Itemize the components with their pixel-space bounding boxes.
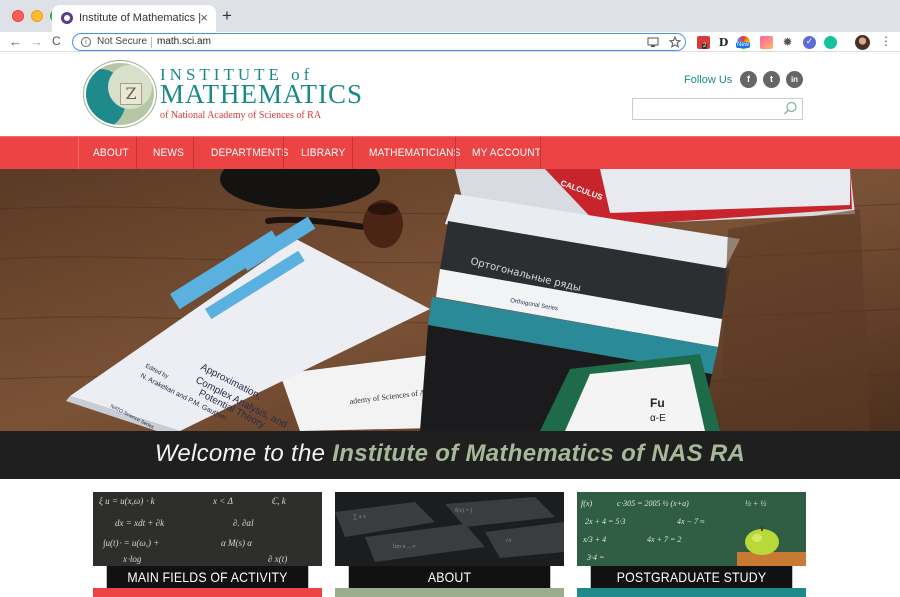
nav-item-mathematicians[interactable]: MATHEMATICIANS bbox=[369, 137, 461, 170]
address-bar[interactable]: i Not Secure math.sci.am bbox=[72, 33, 686, 51]
card-label-main-fields: MAIN FIELDS OF ACTIVITY bbox=[106, 566, 309, 588]
svg-text:f(x) = ∫: f(x) = ∫ bbox=[455, 507, 472, 514]
extension-red-icon[interactable]: 2 bbox=[697, 36, 710, 49]
svg-text:∑ a x: ∑ a x bbox=[353, 514, 366, 520]
nav-item-departments[interactable]: DEPARTMENTS bbox=[211, 137, 289, 170]
welcome-banner: Welcome to the Institute of Mathematics … bbox=[0, 431, 900, 479]
browser-tab[interactable]: Institute of Mathematics | × bbox=[52, 5, 216, 32]
institute-logo-icon[interactable]: Z bbox=[84, 61, 156, 127]
card-strip-about bbox=[335, 588, 564, 597]
welcome-heading: Welcome to the Institute of Mathematics … bbox=[154, 440, 746, 467]
profile-avatar[interactable] bbox=[855, 35, 870, 50]
svg-text:x/3 + 4: x/3 + 4 bbox=[582, 535, 606, 544]
card-label-postgraduate: POSTGRADUATE STUDY bbox=[590, 566, 793, 588]
svg-text:Fu: Fu bbox=[650, 396, 665, 410]
nav-item-news[interactable]: NEWS bbox=[153, 137, 184, 170]
svg-text:4x − 7 ≈: 4x − 7 ≈ bbox=[677, 517, 705, 526]
card-label-about: ABOUT bbox=[348, 566, 551, 588]
search-input[interactable] bbox=[632, 98, 803, 120]
svg-text:½ + ½: ½ + ½ bbox=[745, 499, 766, 508]
svg-text:2x + 4 = 5·3: 2x + 4 = 5·3 bbox=[585, 517, 625, 526]
svg-text:f(x): f(x) bbox=[581, 499, 592, 508]
extension-gear-icon[interactable]: ✹ bbox=[781, 36, 794, 49]
logo-title-main[interactable]: MATHEMATICS bbox=[160, 80, 363, 108]
svg-text:x⋅log: x⋅log bbox=[122, 554, 142, 564]
svg-text:α-E: α-E bbox=[650, 413, 666, 424]
blackboard-formulas-image: ξ u = u(x,ω) ⋅ k x < Δ ℂ, k dx = xdt + ∂… bbox=[93, 492, 322, 566]
extension-new-icon[interactable]: New bbox=[736, 36, 751, 49]
svg-text:x < Δ: x < Δ bbox=[212, 496, 233, 506]
minimize-window-button[interactable] bbox=[31, 10, 43, 22]
nav-item-my-account[interactable]: MY ACCOUNT bbox=[472, 137, 541, 170]
svg-text:∂. ∂αl: ∂. ∂αl bbox=[233, 518, 254, 528]
facebook-icon[interactable]: f bbox=[740, 71, 757, 88]
browser-toolbar: ← → C i Not Secure math.sci.am 2 D New ✹… bbox=[0, 32, 900, 52]
svg-text:dx = xdt + ∂k: dx = xdt + ∂k bbox=[115, 518, 165, 528]
card-postgraduate[interactable]: f(x) c⋅305 = 2005 ½ (x+a) ½ + ½ 2x + 4 =… bbox=[577, 492, 806, 597]
card-main-fields[interactable]: ξ u = u(x,ω) ⋅ k x < Δ ℂ, k dx = xdt + ∂… bbox=[93, 492, 322, 597]
logo-subtitle: of National Academy of Sciences of RA bbox=[160, 110, 322, 121]
svg-text:α M(s) α: α M(s) α bbox=[221, 538, 252, 548]
svg-text:3·4 =: 3·4 = bbox=[586, 553, 604, 562]
hero-books-image: ademy of Sciences of Armenia Approximati… bbox=[0, 169, 900, 431]
nav-item-about[interactable]: ABOUT bbox=[93, 137, 129, 170]
twitter-icon[interactable]: t bbox=[763, 71, 780, 88]
extension-check-icon[interactable]: ✓ bbox=[803, 36, 816, 49]
svg-text:4x + 7 = 2: 4x + 7 = 2 bbox=[647, 535, 681, 544]
chalkboard-apple-image: f(x) c⋅305 = 2005 ½ (x+a) ½ + ½ 2x + 4 =… bbox=[577, 492, 806, 566]
site-favicon-icon bbox=[61, 12, 73, 24]
search-icon[interactable] bbox=[783, 101, 798, 116]
svg-text:√π: √π bbox=[505, 537, 511, 544]
tab-close-icon[interactable]: × bbox=[200, 10, 208, 25]
svg-text:∂ x(t): ∂ x(t) bbox=[268, 554, 287, 564]
security-indicator[interactable]: Not Secure bbox=[97, 36, 147, 47]
extension-grammarly-icon[interactable] bbox=[824, 36, 837, 49]
dark-blocks-image: ∑ a x f(x) = ∫ lim n→∞ √π bbox=[335, 492, 564, 566]
browser-menu-icon[interactable]: ⋮ bbox=[880, 34, 892, 48]
feature-cards: ξ u = u(x,ω) ⋅ k x < Δ ℂ, k dx = xdt + ∂… bbox=[0, 479, 900, 597]
tab-title: Institute of Mathematics | bbox=[79, 12, 202, 24]
hero-banner: ademy of Sciences of Armenia Approximati… bbox=[0, 169, 900, 431]
back-button[interactable]: ← bbox=[9, 34, 22, 49]
svg-text:lim n→∞: lim n→∞ bbox=[393, 544, 416, 550]
cast-icon[interactable] bbox=[647, 37, 659, 48]
extension-gradient-icon[interactable] bbox=[760, 36, 773, 49]
svg-text:c⋅305 = 2005 ½ (x+a): c⋅305 = 2005 ½ (x+a) bbox=[617, 499, 689, 508]
nav-item-library[interactable]: LIBRARY bbox=[301, 137, 345, 170]
info-icon[interactable]: i bbox=[81, 37, 91, 47]
linkedin-icon[interactable]: in bbox=[786, 71, 803, 88]
url-separator bbox=[151, 37, 152, 48]
main-navigation: ABOUT NEWS DEPARTMENTS LIBRARY MATHEMATI… bbox=[0, 136, 900, 170]
svg-text:∫u(t)⋅ = u(ω,) +: ∫u(t)⋅ = u(ω,) + bbox=[102, 538, 159, 549]
url-text[interactable]: math.sci.am bbox=[157, 36, 211, 47]
follow-us-label: Follow Us bbox=[684, 74, 733, 86]
svg-text:ξ u = u(x,ω) ⋅ k: ξ u = u(x,ω) ⋅ k bbox=[99, 496, 156, 506]
bookmark-star-icon[interactable] bbox=[669, 36, 681, 48]
new-tab-button[interactable]: + bbox=[222, 6, 232, 26]
reload-button[interactable]: C bbox=[52, 34, 61, 48]
extension-disconnect-icon[interactable]: D bbox=[717, 36, 730, 49]
site-header: Z INSTITUTE of MATHEMATICS of National A… bbox=[0, 52, 900, 136]
close-window-button[interactable] bbox=[12, 10, 24, 22]
card-strip-main-fields bbox=[93, 588, 322, 597]
card-about[interactable]: ∑ a x f(x) = ∫ lim n→∞ √π ABOUT bbox=[335, 492, 564, 597]
svg-text:ℂ, k: ℂ, k bbox=[271, 496, 287, 506]
card-strip-postgraduate bbox=[577, 588, 806, 597]
forward-button[interactable]: → bbox=[30, 34, 43, 49]
browser-tab-bar: Institute of Mathematics | × + bbox=[0, 0, 900, 32]
